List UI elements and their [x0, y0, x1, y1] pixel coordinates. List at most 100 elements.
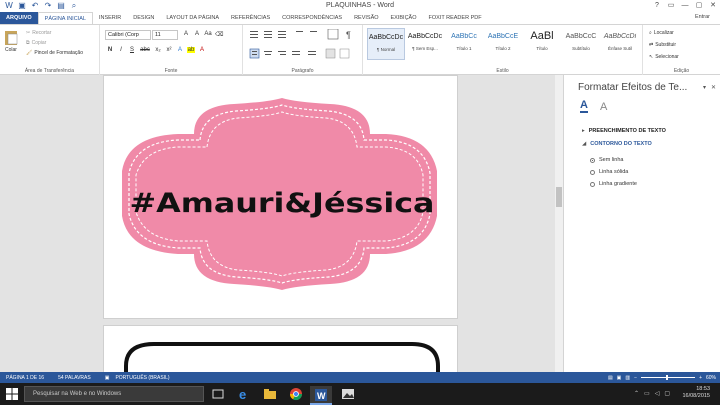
- print-preview-icon[interactable]: ⌕: [69, 1, 79, 11]
- tab-review[interactable]: REVISÃO: [348, 12, 384, 24]
- redo-icon[interactable]: ↷: [43, 1, 53, 11]
- font-color-icon[interactable]: A: [198, 47, 206, 53]
- text-fill-outline-icon[interactable]: A: [580, 100, 588, 113]
- cut-button[interactable]: ✂ Recortar: [26, 30, 51, 36]
- pink-label-shape[interactable]: #Amauri&Jéssica: [104, 76, 459, 320]
- save-icon[interactable]: ▣: [17, 1, 27, 11]
- paste-button[interactable]: Colar: [4, 29, 18, 53]
- minimize-button[interactable]: —: [678, 0, 692, 12]
- page-count[interactable]: PÁGINA 1 DE 16: [6, 375, 44, 381]
- print-layout-icon[interactable]: ▣: [617, 375, 622, 381]
- format-painter-button[interactable]: 🖌 Pincel de Formatação: [26, 50, 83, 56]
- volume-icon[interactable]: ◁: [655, 390, 660, 397]
- tab-design[interactable]: DESIGN: [127, 12, 160, 24]
- tab-home[interactable]: PÁGINA INICIAL: [37, 11, 93, 25]
- italic-button[interactable]: I: [117, 47, 125, 53]
- edge-icon[interactable]: e: [236, 386, 252, 402]
- gradient-line-radio[interactable]: [590, 181, 595, 187]
- superscript-button[interactable]: x²: [165, 47, 173, 53]
- style-subtle-emphasis[interactable]: AaBbCcDi Ênfase Sutil: [601, 28, 639, 60]
- tray-expand-icon[interactable]: ⌃: [634, 390, 639, 397]
- tab-view[interactable]: EXIBIÇÃO: [385, 12, 423, 24]
- text-effects-icon[interactable]: A: [176, 47, 184, 53]
- solid-line-option[interactable]: Linha sólida: [590, 169, 628, 175]
- strikethrough-button[interactable]: abc: [139, 47, 151, 53]
- tab-foxit[interactable]: FOXIT READER PDF: [423, 12, 488, 24]
- photos-icon[interactable]: [340, 386, 356, 402]
- paragraph-buttons-icon[interactable]: ¶: [248, 29, 358, 63]
- page-1[interactable]: #Amauri&Jéssica: [103, 75, 458, 319]
- web-layout-icon[interactable]: ▥: [625, 375, 630, 381]
- read-mode-icon[interactable]: ▤: [608, 375, 613, 381]
- zoom-in-button[interactable]: +: [699, 375, 702, 381]
- tab-file[interactable]: ARQUIVO: [0, 12, 38, 24]
- tab-references[interactable]: REFERÊNCIAS: [225, 12, 276, 24]
- style-normal[interactable]: AaBbCcDc ¶ Normal: [367, 28, 405, 60]
- clear-format-icon[interactable]: ⌫: [215, 31, 223, 38]
- chrome-icon[interactable]: [288, 386, 304, 402]
- network-icon[interactable]: ▭: [644, 390, 650, 397]
- highlight-icon[interactable]: ab: [187, 47, 195, 53]
- word-taskbar-button[interactable]: W: [310, 386, 332, 405]
- close-button[interactable]: ✕: [706, 0, 720, 12]
- text-outline-section[interactable]: ◢ CONTORNO DO TEXTO: [582, 141, 652, 147]
- solid-line-radio[interactable]: [590, 169, 595, 175]
- notifications-icon[interactable]: ▢: [664, 390, 670, 397]
- pane-close-icon[interactable]: ✕: [711, 84, 716, 91]
- windows-start-icon[interactable]: [6, 388, 18, 400]
- zoom-slider[interactable]: [641, 375, 696, 380]
- help-button[interactable]: ?: [650, 0, 664, 12]
- zoom-level[interactable]: 60%: [706, 375, 716, 381]
- no-line-radio[interactable]: [590, 157, 595, 163]
- change-case-icon[interactable]: Aa: [204, 31, 212, 38]
- text-fill-section[interactable]: ▸ PREENCHIMENTO DE TEXTO: [582, 128, 666, 134]
- zoom-out-button[interactable]: −: [634, 375, 637, 381]
- undo-icon[interactable]: ↶: [30, 1, 40, 11]
- no-line-option[interactable]: Sem linha: [590, 157, 623, 163]
- file-explorer-icon[interactable]: [262, 386, 278, 402]
- sign-in-link[interactable]: Entrar: [695, 14, 710, 20]
- language-indicator[interactable]: PORTUGUÊS (BRASIL): [115, 375, 169, 381]
- document-area[interactable]: #Amauri&Jéssica: [0, 75, 563, 372]
- select-button[interactable]: ↖ Selecionar: [649, 54, 679, 60]
- text-effects-icon[interactable]: A: [600, 102, 607, 113]
- tab-mailings[interactable]: CORRESPONDÊNCIAS: [276, 12, 348, 24]
- shrink-font-icon[interactable]: A: [193, 31, 201, 38]
- tab-insert[interactable]: INSERIR: [93, 12, 127, 24]
- underline-button[interactable]: S: [128, 47, 136, 53]
- style-heading-1[interactable]: AaBbCc Título 1: [445, 28, 483, 60]
- clipboard-group: Colar ✂ Recortar ⧉ Copiar 🖌 Pincel de Forma…: [0, 25, 100, 75]
- font-name-box[interactable]: Calibri (Corp: [105, 30, 151, 40]
- style-sample: AaBbCcE: [487, 33, 519, 40]
- scrollbar-thumb[interactable]: [556, 187, 562, 207]
- find-button[interactable]: ⌕ Localizar: [649, 30, 674, 36]
- style-subtitle[interactable]: AaBbCcC Subtítulo: [562, 28, 600, 60]
- page-2[interactable]: [103, 325, 458, 372]
- open-icon[interactable]: ▤: [56, 1, 66, 11]
- subscript-button[interactable]: x₂: [154, 47, 162, 53]
- font-size-buttons: A A Aa ⌫: [182, 31, 224, 38]
- word-count[interactable]: 54 PALAVRAS: [58, 375, 91, 381]
- ribbon-tabs: ARQUIVO PÁGINA INICIAL INSERIR DESIGN LA…: [0, 11, 720, 25]
- proofing-icon[interactable]: ▣: [105, 375, 110, 381]
- gradient-line-option[interactable]: Linha gradiente: [590, 181, 637, 187]
- bold-button[interactable]: N: [106, 47, 114, 53]
- tab-page-layout[interactable]: LAYOUT DA PÁGINA: [160, 12, 225, 24]
- grow-font-icon[interactable]: A: [182, 31, 190, 38]
- style-heading-2[interactable]: AaBbCcE Título 2: [484, 28, 522, 60]
- zoom-slider-thumb[interactable]: [666, 375, 669, 380]
- pane-options-icon[interactable]: ▾: [703, 84, 706, 91]
- task-view-icon[interactable]: [210, 386, 226, 402]
- replace-button[interactable]: ⇄ Substituir: [649, 42, 676, 48]
- taskbar-search-box[interactable]: Pesquisar na Web e no Windows: [24, 386, 204, 402]
- vertical-scrollbar[interactable]: [555, 75, 563, 372]
- maximize-button[interactable]: ▢: [692, 0, 706, 12]
- clock[interactable]: 18:53 16/08/2015: [682, 386, 710, 400]
- style-name: ¶ Sem Esp...: [412, 46, 438, 51]
- label-text[interactable]: #Amauri&Jéssica: [130, 188, 435, 219]
- ribbon-display-button[interactable]: ▭: [664, 0, 678, 12]
- copy-button[interactable]: ⧉ Copiar: [26, 40, 46, 46]
- style-no-spacing[interactable]: AaBbCcDc ¶ Sem Esp...: [406, 28, 444, 60]
- style-title[interactable]: AaBl Título: [523, 28, 561, 60]
- font-size-box[interactable]: 11: [152, 30, 178, 40]
